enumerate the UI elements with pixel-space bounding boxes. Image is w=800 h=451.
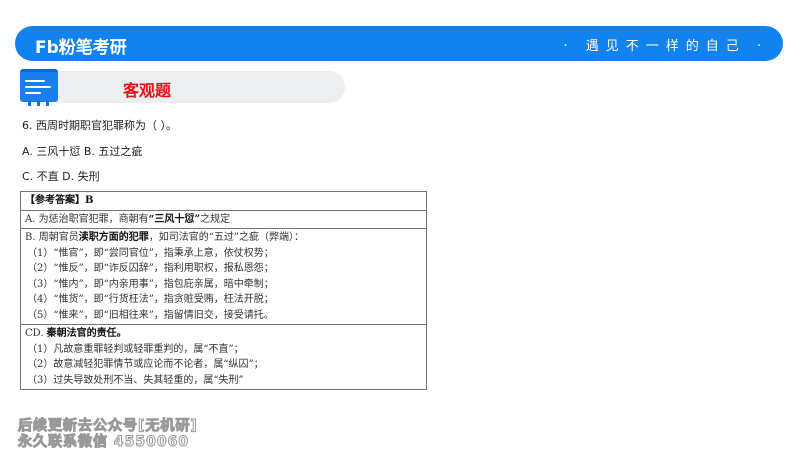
row-cd-text: CD.: [25, 328, 47, 339]
section-header-bg: [55, 71, 345, 103]
list-item: （4）“惟货”，即“行货枉法”，指贪赃受贿，枉法开脱；: [27, 294, 274, 305]
answer-heading: 【参考答案】B: [25, 195, 94, 206]
row-a-text: A. 为惩治职官犯罪，商朝有: [25, 213, 149, 225]
list-item: （1）凡故意重罪轻判或轻罪重判的，属“不直”；: [27, 343, 244, 355]
header-banner: Fb粉笔考研 · 遇见不一样的自己 ·: [15, 26, 783, 61]
answer-heading-row: 【参考答案】B: [21, 192, 426, 211]
list-item: （3）“惟内”，即“内亲用事”，指包庇亲属，暗中牵制；: [27, 278, 274, 290]
row-b-suffix: ，如司法官的“五过”之疵（弊端）：: [148, 232, 304, 243]
board-stand-icon: [26, 100, 52, 106]
row-a-suffix: 之规定: [200, 213, 231, 225]
brand-logo: Fb粉笔考研: [35, 38, 127, 58]
list-item: （2）“惟反”，即“诈反囚辞”，指利用职权，报私恩怨；: [27, 263, 274, 274]
question-stem: 6. 西周时期职官犯罪称为（ ）。: [22, 119, 177, 132]
slogan: · 遇见不一样的自己 ·: [563, 39, 768, 54]
answer-table: 【参考答案】B A. 为惩治职官犯罪，商朝有“三风十愆”之规定 B. 周朝官员渎…: [20, 191, 427, 390]
row-b-text: B. 周朝官员: [25, 232, 79, 243]
question-options-cd: C. 不直 D. 失刑: [22, 170, 100, 183]
row-cd-bold: 秦朝法官的责任。: [46, 328, 127, 339]
row-b-bold: 渎职方面的犯罪: [78, 232, 149, 243]
answer-row-b: B. 周朝官员渎职方面的犯罪，如司法官的“五过”之疵（弊端）： （1）“惟官”，…: [21, 229, 426, 325]
presentation-board-icon: [20, 69, 58, 102]
answer-row-a: A. 为惩治职官犯罪，商朝有“三风十愆”之规定: [21, 211, 426, 229]
row-a-bold: “三风十愆”: [148, 213, 201, 225]
question-options-ab: A. 三风十愆 B. 五过之疵: [22, 145, 143, 158]
list-item: （5）“惟来”，即“旧相往来”，指留情旧交，接受请托。: [27, 309, 274, 321]
watermark-line2: 永久联系微信 4550060: [17, 434, 190, 451]
answer-row-cd: CD. 秦朝法官的责任。 （1）凡故意重罪轻判或轻罪重判的，属“不直”； （2）…: [21, 325, 426, 389]
section-title: 客观题: [123, 81, 172, 100]
list-item: （2）故意减轻犯罪情节或应论而不论者，属“纵囚”；: [27, 359, 264, 370]
list-item: （3）过失导致处刑不当、失其轻重的，属“失刑”: [27, 374, 244, 386]
list-item: （1）“惟官”，即“尝同官位”，指秉承上意，依仗权势；: [27, 247, 274, 259]
